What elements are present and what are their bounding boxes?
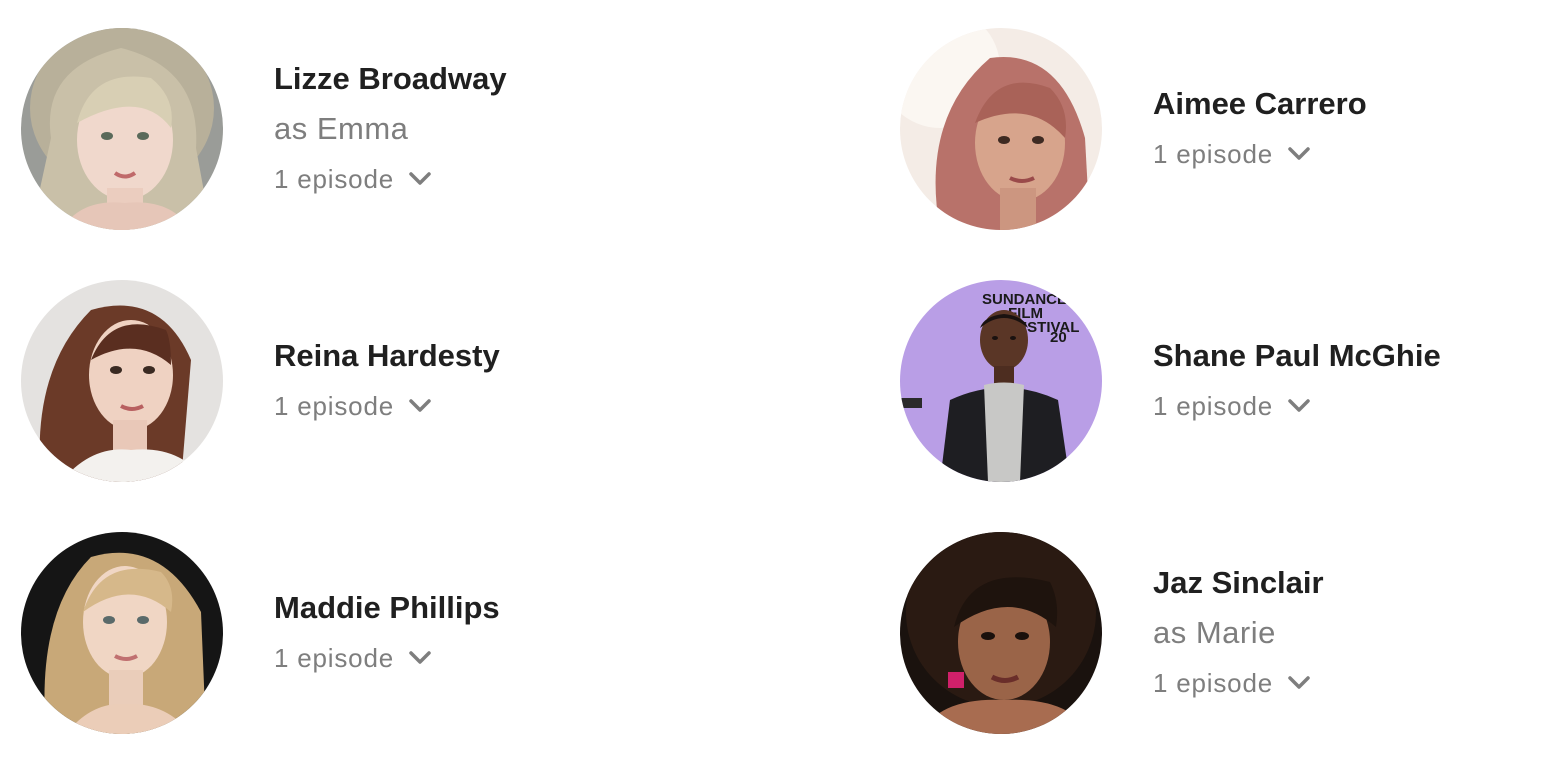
cast-card-lizze-broadway[interactable]: Lizze Broadway as Emma 1 episode <box>21 28 661 230</box>
avatar[interactable] <box>21 280 223 482</box>
cast-card-maddie-phillips[interactable]: Maddie Phillips 1 episode <box>21 532 661 734</box>
chevron-down-icon <box>409 399 431 412</box>
chevron-down-icon <box>1288 399 1310 412</box>
character-role: as Marie <box>1153 615 1276 650</box>
episode-count: 1 episode <box>1153 668 1273 698</box>
chevron-down-icon <box>1288 147 1310 160</box>
episode-count: 1 episode <box>274 164 394 194</box>
character-role: as Emma <box>274 111 409 146</box>
episode-count-toggle[interactable]: 1 episode <box>274 381 500 431</box>
episode-count: 1 episode <box>274 391 394 421</box>
cast-card-reina-hardesty[interactable]: Reina Hardesty 1 episode <box>21 280 661 482</box>
avatar[interactable]: SUNDANCE FILM FESTIVAL 20 <box>900 280 1102 482</box>
episode-count-toggle[interactable]: 1 episode <box>1153 129 1367 179</box>
chevron-down-icon <box>409 172 431 185</box>
episode-count-toggle[interactable]: 1 episode <box>1153 381 1441 431</box>
episode-count: 1 episode <box>1153 391 1273 421</box>
avatar[interactable] <box>900 532 1102 734</box>
actor-name[interactable]: Maddie Phillips <box>274 583 500 633</box>
cast-card-aimee-carrero[interactable]: Aimee Carrero 1 episode <box>900 28 1540 230</box>
avatar[interactable] <box>900 28 1102 230</box>
avatar[interactable] <box>21 28 223 230</box>
actor-name[interactable]: Lizze Broadway <box>274 54 507 104</box>
episode-count-toggle[interactable]: 1 episode <box>1153 658 1324 708</box>
actor-name[interactable]: Aimee Carrero <box>1153 79 1367 129</box>
actor-name[interactable]: Jaz Sinclair <box>1153 558 1324 608</box>
photo-backdrop-text: 20 <box>1050 329 1067 346</box>
actor-name[interactable]: Shane Paul McGhie <box>1153 331 1441 381</box>
chevron-down-icon <box>409 651 431 664</box>
chevron-down-icon <box>1288 676 1310 689</box>
cast-card-shane-paul-mcghie[interactable]: SUNDANCE FILM FESTIVAL 20 Shane Paul McG… <box>900 280 1540 482</box>
episode-count: 1 episode <box>274 643 394 673</box>
avatar[interactable] <box>21 532 223 734</box>
episode-count: 1 episode <box>1153 139 1273 169</box>
cast-card-jaz-sinclair[interactable]: Jaz Sinclair as Marie 1 episode <box>900 532 1540 734</box>
cast-grid: Lizze Broadway as Emma 1 episode Aimee C… <box>0 0 1544 782</box>
actor-name[interactable]: Reina Hardesty <box>274 331 500 381</box>
episode-count-toggle[interactable]: 1 episode <box>274 633 500 683</box>
episode-count-toggle[interactable]: 1 episode <box>274 154 507 204</box>
